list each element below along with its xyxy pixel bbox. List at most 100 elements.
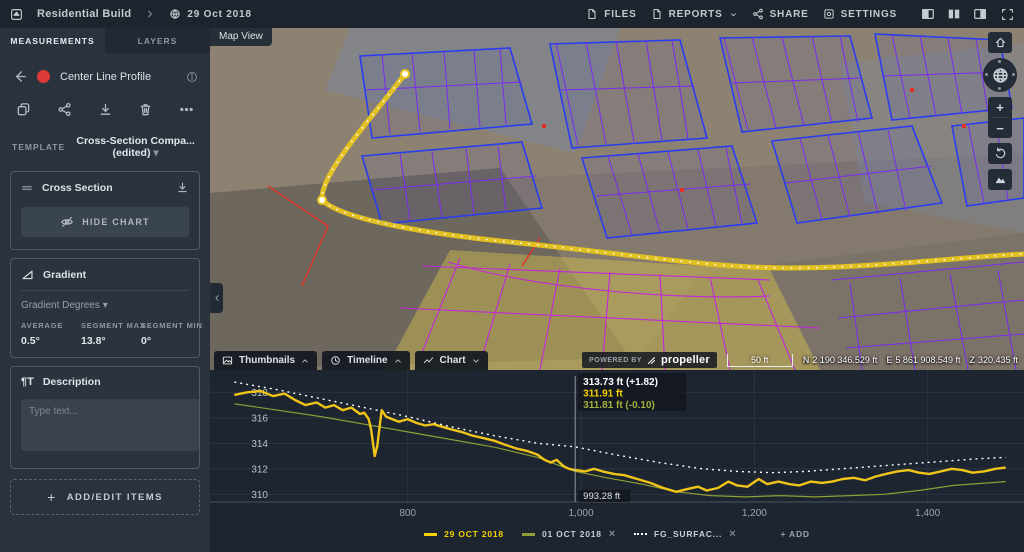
eye-off-icon: [60, 215, 74, 229]
breadcrumb-project[interactable]: Residential Build: [37, 8, 131, 20]
tab-measurements[interactable]: MEASUREMENTS: [0, 28, 105, 53]
svg-text:1,000: 1,000: [568, 508, 593, 519]
svg-text:993.28 ft: 993.28 ft: [583, 491, 620, 502]
measurements-sidebar: MEASUREMENTS LAYERS Center Line Profile …: [0, 28, 210, 552]
text-icon: ¶T: [21, 376, 34, 388]
description-title: Description: [43, 376, 101, 388]
svg-text:310: 310: [251, 490, 268, 501]
legend-item: 29 OCT 2018: [424, 529, 504, 539]
cross-section-card: Cross Section HIDE CHART: [10, 171, 200, 250]
svg-text:1,400: 1,400: [915, 508, 940, 519]
timeline-toggle[interactable]: Timeline: [322, 351, 409, 370]
share-icon[interactable]: [57, 102, 72, 117]
layout-split-icon[interactable]: [947, 7, 961, 21]
legend-swatch: [424, 533, 437, 536]
clock-icon: [330, 355, 341, 366]
chart-legend: 29 OCT 2018 01 OCT 2018 × FG_SURFAC... ×…: [210, 520, 1024, 548]
zoom-out-button[interactable]: −: [988, 118, 1012, 138]
line-chart-icon: [423, 355, 434, 366]
map-view-tab[interactable]: Map View: [210, 28, 272, 46]
chevron-up-icon: [301, 357, 309, 365]
download-icon[interactable]: [176, 181, 189, 194]
template-label: TEMPLATE: [12, 142, 65, 152]
more-options-icon[interactable]: [179, 102, 194, 117]
layout-right-panel-icon[interactable]: [973, 7, 987, 21]
elevation-chart-svg[interactable]: 8001,0001,2001,400318316314312310313.73 …: [210, 370, 1024, 520]
map-coordinates: N2 190 346.529 ft E5 861 908.549 ft Z320…: [803, 355, 1018, 365]
legend-swatch: [522, 533, 535, 536]
chevron-down-icon: ▾: [153, 147, 158, 159]
drag-handle-icon[interactable]: [21, 183, 33, 193]
delete-icon[interactable]: [138, 102, 153, 117]
reset-rotation-button[interactable]: [988, 143, 1012, 164]
stat-segment-min: SEGMENT MIN 0°: [141, 321, 191, 347]
legend-swatch: [634, 533, 647, 535]
gradient-units-dropdown[interactable]: Gradient Degrees ▾: [11, 291, 199, 313]
globe-icon: [992, 67, 1009, 84]
chevron-down-icon: [472, 357, 480, 365]
terrain-button[interactable]: [988, 169, 1012, 190]
map-controls: + −: [983, 32, 1017, 190]
template-dropdown[interactable]: Cross-Section Compa... (edited) ▾: [73, 135, 198, 159]
svg-text:314: 314: [251, 439, 268, 450]
chevron-down-icon: ▾: [103, 300, 108, 311]
add-edit-items-button[interactable]: + ADD/EDIT ITEMS: [10, 479, 200, 515]
hide-chart-button[interactable]: HIDE CHART: [21, 207, 189, 237]
zoom-in-button[interactable]: +: [988, 97, 1012, 117]
reports-button[interactable]: REPORTS: [651, 8, 738, 20]
legend-item: FG_SURFAC... ×: [634, 529, 736, 540]
share-button[interactable]: SHARE: [752, 8, 809, 20]
report-icon: [651, 8, 663, 20]
image-icon: [222, 355, 233, 366]
dataset-date[interactable]: 29 Oct 2018: [169, 8, 251, 20]
map-bottom-bar: Thumbnails Timeline Chart POWERED BY pro…: [210, 350, 1024, 370]
top-bar: Residential Build 29 Oct 2018 FILES REPO…: [0, 0, 1024, 28]
chevron-right-icon: [145, 9, 155, 19]
date-label: 29 Oct 2018: [187, 9, 251, 20]
propeller-logo-icon: [647, 356, 656, 365]
description-input[interactable]: [21, 399, 199, 451]
svg-text:311.91 ft: 311.91 ft: [583, 389, 623, 400]
measurement-title: Center Line Profile: [60, 71, 176, 83]
svg-text:1,200: 1,200: [742, 508, 767, 519]
site-map: [210, 28, 1024, 370]
fullscreen-icon[interactable]: [1001, 8, 1014, 21]
map-viewport[interactable]: Map View + − Thumbnails: [210, 28, 1024, 370]
remove-series-button[interactable]: ×: [729, 529, 736, 540]
home-view-button[interactable]: [988, 32, 1012, 53]
stat-average: AVERAGE 0.5°: [21, 321, 71, 347]
powered-by-badge: POWERED BY propeller: [582, 352, 717, 368]
duplicate-icon[interactable]: [16, 102, 31, 117]
remove-series-button[interactable]: ×: [609, 529, 616, 540]
svg-text:800: 800: [399, 508, 416, 519]
thumbnails-toggle[interactable]: Thumbnails: [214, 351, 317, 370]
files-button[interactable]: FILES: [586, 8, 636, 20]
tab-layers[interactable]: LAYERS: [105, 28, 210, 53]
description-card: ¶T Description: [10, 366, 200, 469]
app-logo-icon[interactable]: [10, 8, 23, 21]
info-icon[interactable]: [186, 71, 198, 83]
settings-icon: [823, 8, 835, 20]
file-icon: [586, 8, 598, 20]
cross-section-title: Cross Section: [42, 182, 113, 194]
legend-item: 01 OCT 2018 ×: [522, 529, 616, 540]
stat-segment-max: SEGMENT MAX 13.8°: [81, 321, 131, 347]
back-arrow-icon[interactable]: [12, 69, 27, 84]
add-series-button[interactable]: + ADD: [780, 529, 809, 539]
settings-button[interactable]: SETTINGS: [823, 8, 897, 20]
plus-icon: +: [47, 489, 57, 505]
sidebar-collapse-handle[interactable]: [210, 283, 223, 313]
svg-text:313.73 ft (+1.82): 313.73 ft (+1.82): [583, 377, 658, 388]
sidebar-tabs: MEASUREMENTS LAYERS: [0, 28, 210, 53]
layout-left-panel-icon[interactable]: [921, 7, 935, 21]
measurement-color-dot[interactable]: [37, 70, 50, 83]
measurement-actions: [0, 90, 210, 127]
download-icon[interactable]: [98, 102, 113, 117]
svg-text:316: 316: [251, 413, 268, 424]
zoom-control: + −: [988, 97, 1012, 138]
chart-toggle[interactable]: Chart: [415, 351, 488, 370]
map-scale-bar: 50 ft: [727, 354, 793, 367]
elevation-chart-panel: 8001,0001,2001,400318316314312310313.73 …: [210, 370, 1024, 552]
compass-control[interactable]: [983, 58, 1017, 92]
gradient-card: Gradient Gradient Degrees ▾ AVERAGE 0.5°…: [10, 258, 200, 358]
